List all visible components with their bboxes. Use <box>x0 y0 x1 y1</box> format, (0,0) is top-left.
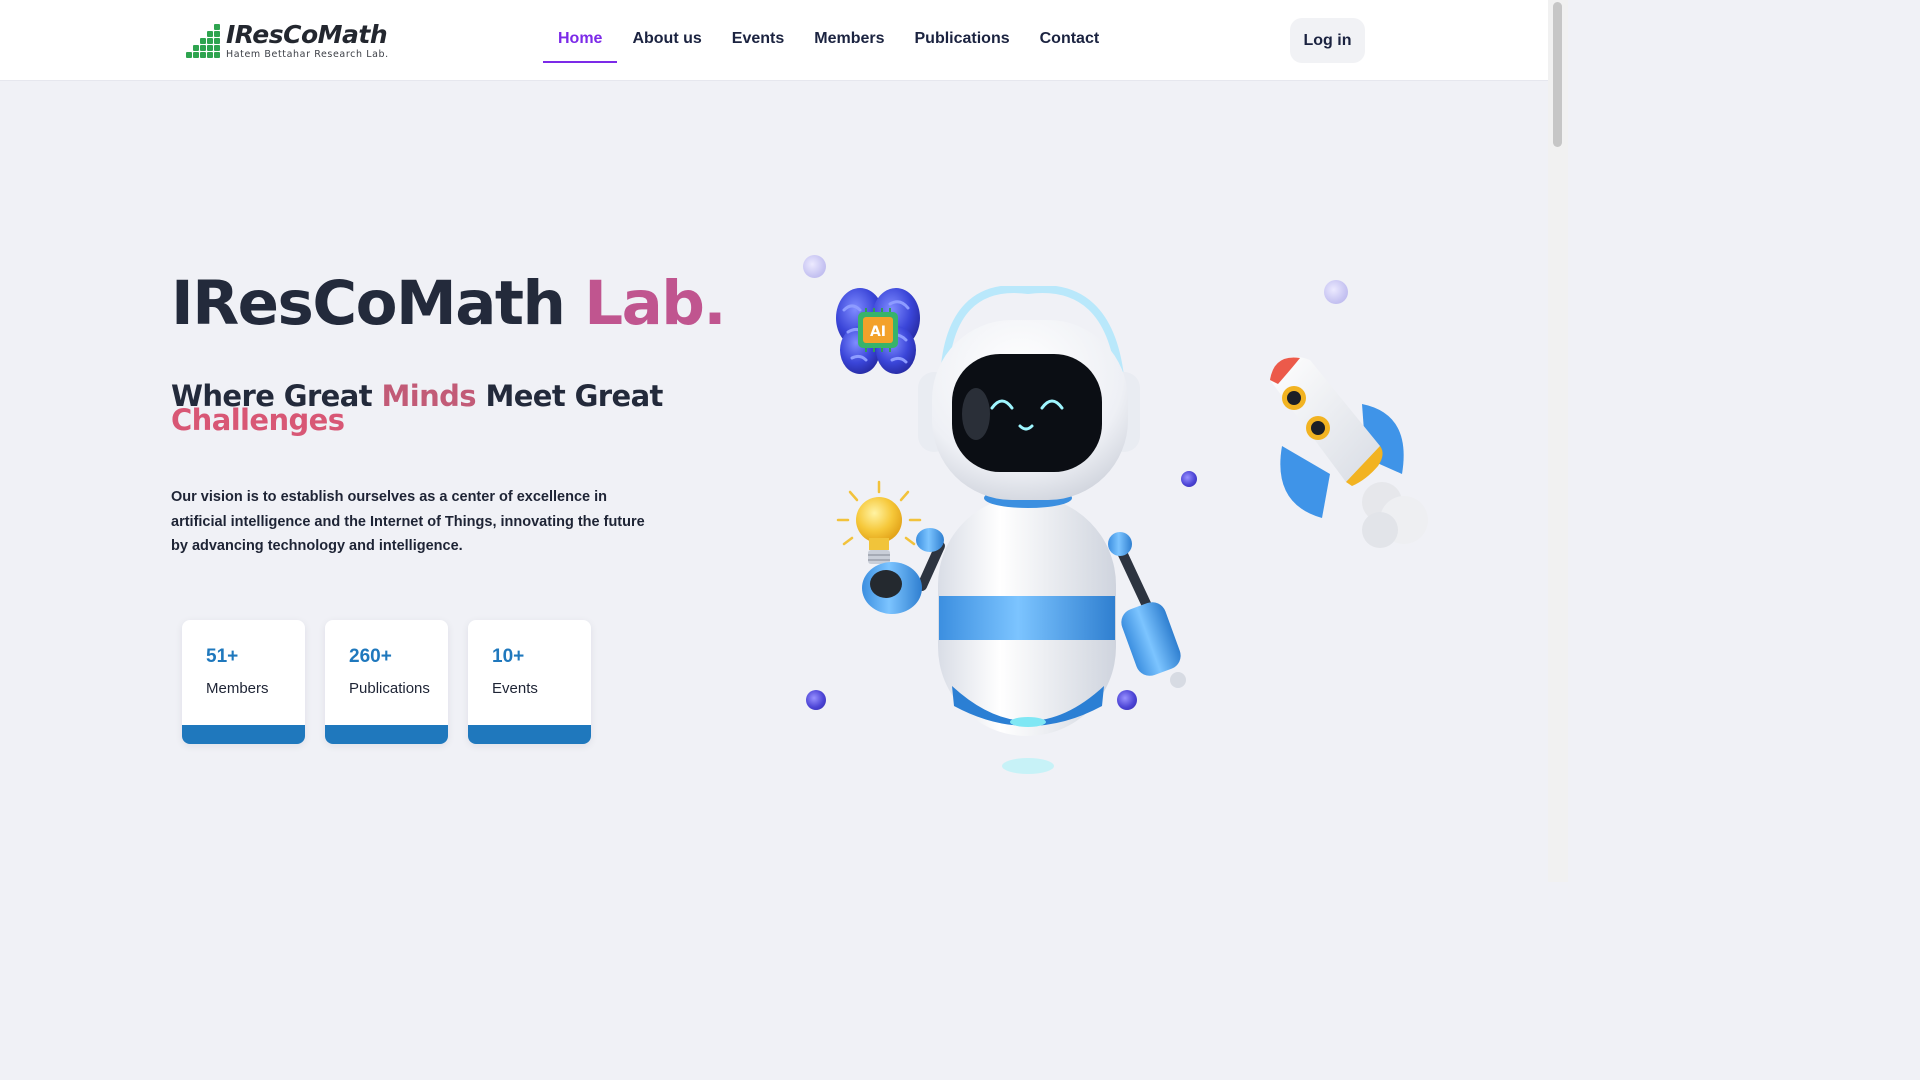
scrollbar-thumb[interactable] <box>1553 2 1562 147</box>
stat-label: Publications <box>349 680 430 697</box>
stat-label: Members <box>206 680 269 697</box>
stat-value: 260+ <box>349 646 392 667</box>
stat-card-members: 51+ Members <box>182 620 305 744</box>
vision-statement: Our vision is to establish ourselves as … <box>171 489 645 554</box>
hero-title-main: IResCoMath <box>171 268 566 339</box>
logo-subtitle: Hatem Bettahar Research Lab. <box>226 49 389 60</box>
nav-events[interactable]: Events <box>717 18 799 63</box>
decor-orb <box>1324 280 1348 304</box>
stat-card-publications: 260+ Publications <box>325 620 448 744</box>
top-navbar: IResCoMath Hatem Bettahar Research Lab. … <box>0 0 1548 81</box>
main-nav: Home About us Events Members Publication… <box>543 18 1114 63</box>
nav-about-us[interactable]: About us <box>617 18 716 63</box>
decor-orb <box>806 690 826 710</box>
rocket-icon <box>1270 356 1428 548</box>
site-logo[interactable]: IResCoMath Hatem Bettahar Research Lab. <box>186 20 389 62</box>
nav-members[interactable]: Members <box>799 18 899 63</box>
hero-tagline: Where Great Minds Meet Great Challenges <box>171 382 691 435</box>
logo-bars-icon <box>186 24 222 60</box>
hero-title-accent: Lab. <box>584 268 726 339</box>
robot-mascot-icon <box>862 286 1186 774</box>
nav-publications[interactable]: Publications <box>900 18 1025 63</box>
nav-contact[interactable]: Contact <box>1025 18 1115 63</box>
tagline-minds: Minds <box>381 379 476 413</box>
stat-label: Events <box>492 680 538 697</box>
hero-title: IResCoMath Lab. <box>171 268 727 339</box>
stat-card-bar <box>468 725 591 744</box>
login-button[interactable]: Log in <box>1290 18 1365 63</box>
stat-card-bar <box>182 725 305 744</box>
logo-name: IResCoMath <box>226 20 388 49</box>
stat-card-bar <box>325 725 448 744</box>
nav-home[interactable]: Home <box>543 18 618 63</box>
tagline-part2: Meet Great <box>485 379 663 413</box>
stat-value: 10+ <box>492 646 525 667</box>
decor-orb <box>803 255 826 278</box>
stat-value: 51+ <box>206 646 239 667</box>
stat-card-events: 10+ Events <box>468 620 591 744</box>
tagline-challenges: Challenges <box>171 403 345 437</box>
